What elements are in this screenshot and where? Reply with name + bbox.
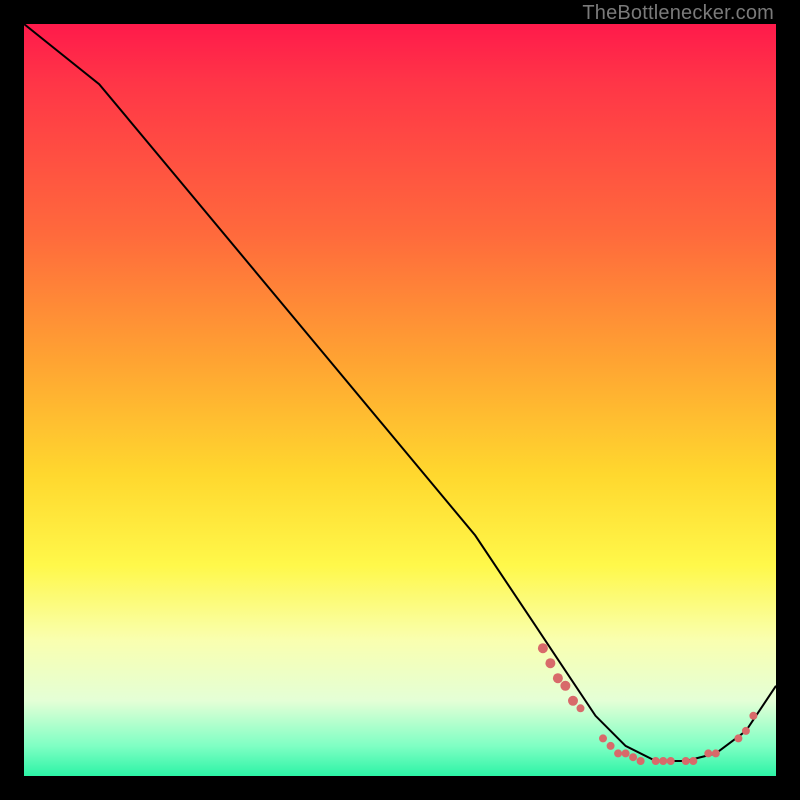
data-point-marker — [553, 673, 563, 683]
data-point-marker — [682, 757, 690, 765]
data-point-marker — [614, 749, 622, 757]
data-point-marker — [712, 749, 720, 757]
data-point-marker — [704, 749, 712, 757]
data-point-marker — [568, 696, 578, 706]
data-point-marker — [545, 658, 555, 668]
data-point-marker — [607, 742, 615, 750]
data-point-marker — [538, 643, 548, 653]
data-point-marker — [599, 734, 607, 742]
data-point-marker — [742, 727, 750, 735]
data-point-marker — [629, 753, 637, 761]
data-point-marker — [659, 757, 667, 765]
curve-overlay — [24, 24, 776, 776]
data-point-marker — [667, 757, 675, 765]
gradient-plot-area — [24, 24, 776, 776]
data-point-marker — [734, 734, 742, 742]
attribution-text: TheBottlenecker.com — [582, 2, 774, 25]
data-point-marker — [577, 704, 585, 712]
data-point-marker — [637, 757, 645, 765]
data-point-marker — [689, 757, 697, 765]
data-point-marker — [749, 712, 757, 720]
bottleneck-curve — [24, 24, 776, 761]
chart-frame: TheBottlenecker.com — [0, 0, 800, 800]
data-point-marker — [622, 749, 630, 757]
data-point-marker — [652, 757, 660, 765]
data-point-marker — [560, 681, 570, 691]
